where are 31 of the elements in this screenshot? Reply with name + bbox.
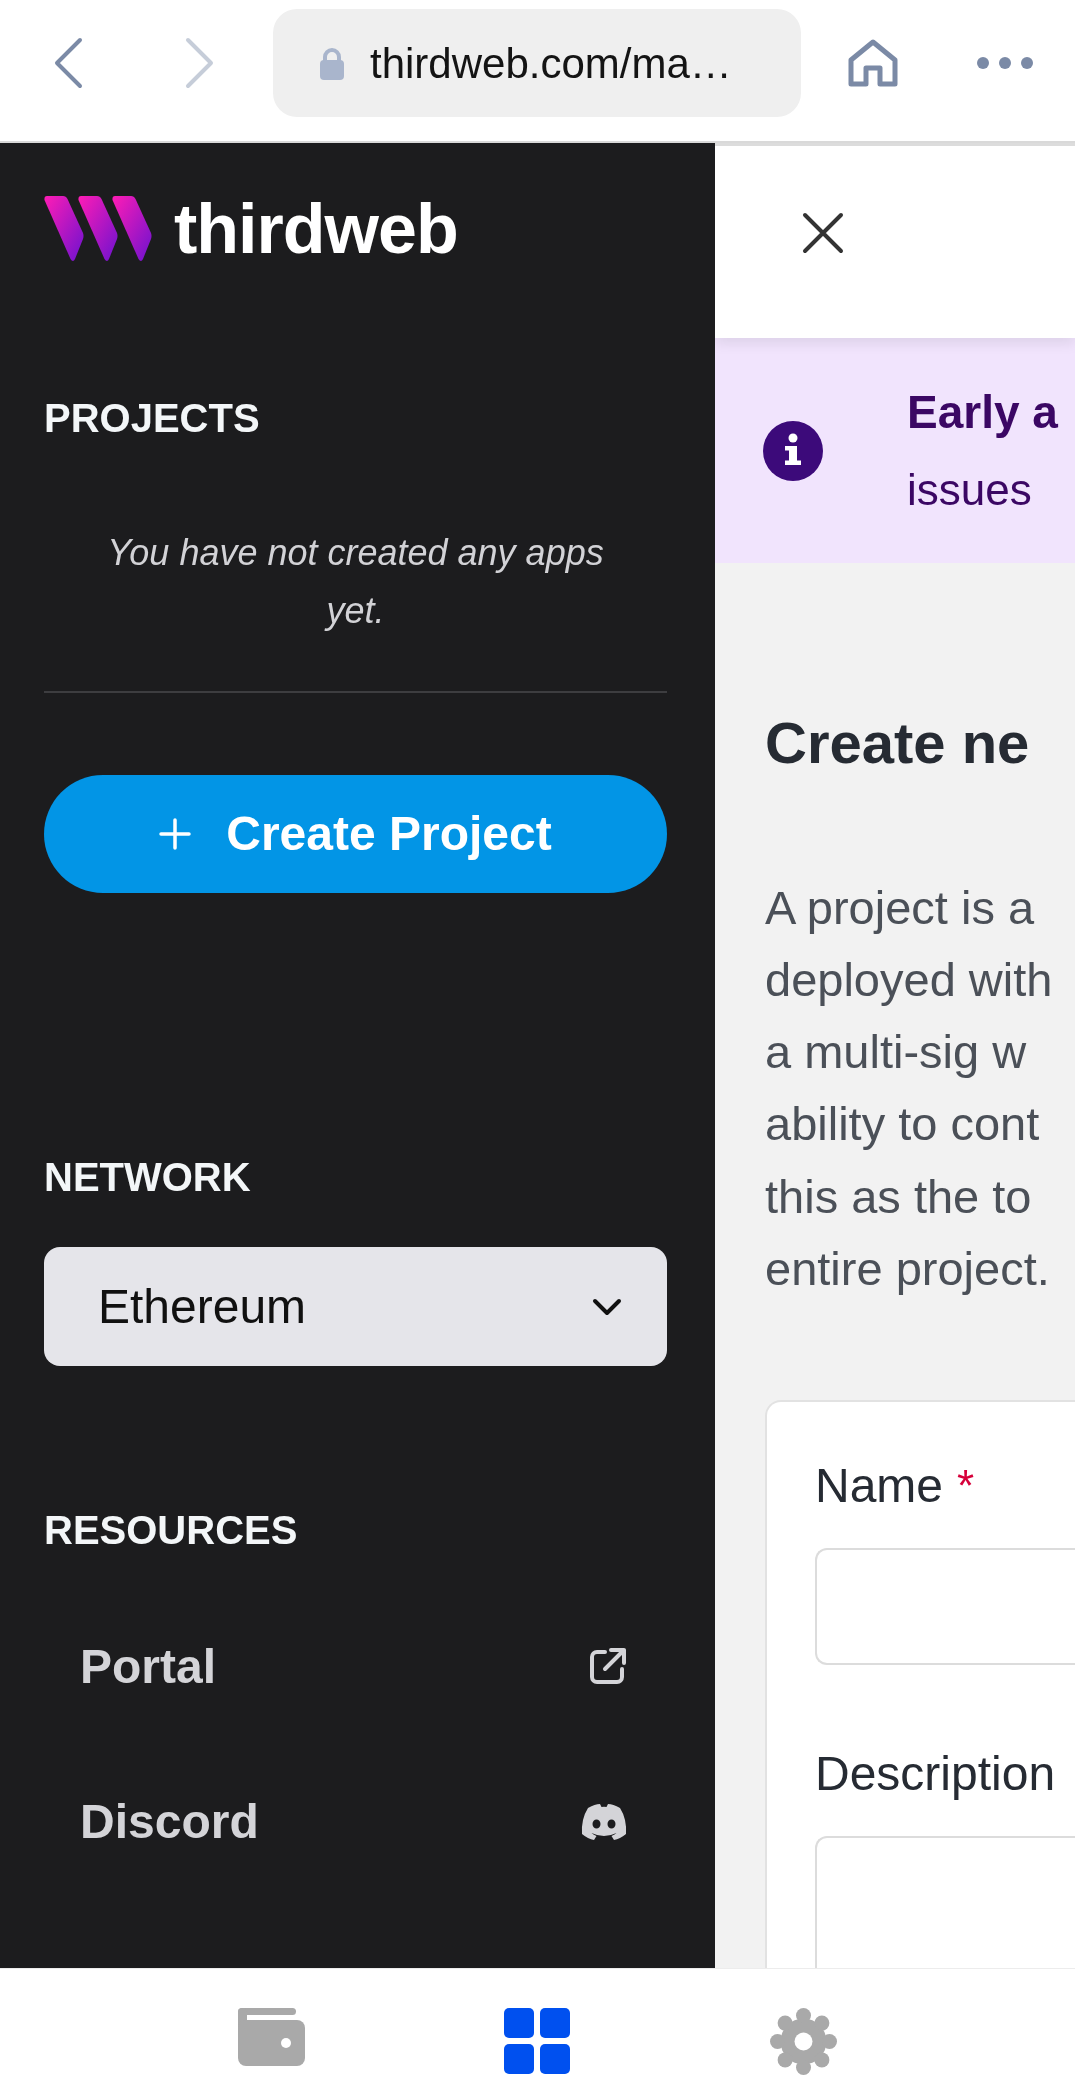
- chevron-down-icon: [592, 1297, 622, 1316]
- intro-paragraph: A project is a deployed with a multi-sig w ability to cont this as the to entire project.: [765, 879, 1053, 1297]
- textarea-field[interactable]: [815, 1836, 1075, 1968]
- lock-icon: [319, 46, 345, 80]
- sidebar-link[interactable]: Portal: [44, 1607, 667, 1727]
- input-field[interactable]: [815, 1548, 1075, 1666]
- sidebar-link[interactable]: Discord: [44, 1762, 667, 1882]
- required-mark: *: [957, 1460, 975, 1513]
- chevron-left-icon[interactable]: [53, 37, 83, 89]
- brand-name[interactable]: thirdweb: [174, 196, 458, 263]
- field-label: Name: [815, 1458, 944, 1515]
- discord-icon: [580, 1803, 628, 1841]
- network-select[interactable]: Ethereum: [44, 1247, 667, 1366]
- more-icon[interactable]: [977, 57, 1033, 69]
- close-icon[interactable]: [802, 212, 844, 254]
- section-heading: PROJECTS: [44, 395, 260, 442]
- field-label: Description: [815, 1746, 1056, 1803]
- page-title: Create ne: [765, 709, 1031, 777]
- wallet-icon[interactable]: [237, 2008, 305, 2066]
- info-icon: [763, 420, 823, 481]
- home-icon[interactable]: [847, 38, 899, 88]
- logo-icon[interactable]: [44, 196, 152, 263]
- settings-icon[interactable]: [770, 2008, 838, 2075]
- grid-icon[interactable]: [504, 2008, 571, 2074]
- banner-text: issues: [907, 463, 1033, 516]
- section-heading: NETWORK: [44, 1154, 251, 1201]
- plus-icon: [159, 818, 192, 850]
- empty-message: You have not created any apps yet.: [106, 531, 605, 633]
- banner-title: Early a: [907, 384, 1058, 440]
- address-bar[interactable]: thirdweb.com/ma…: [273, 9, 801, 117]
- section-heading: RESOURCES: [44, 1507, 298, 1554]
